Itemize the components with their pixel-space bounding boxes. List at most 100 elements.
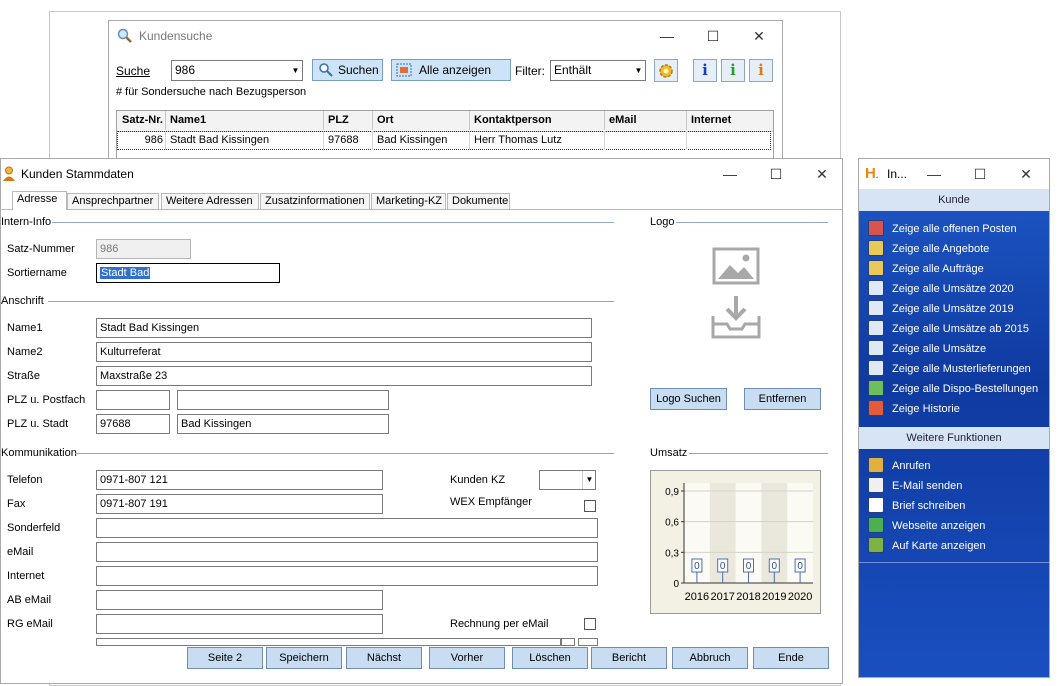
maximize-button[interactable]: ☐ (957, 159, 1003, 189)
rechnung-per-email-checkbox[interactable] (584, 618, 596, 630)
tab-ansprechpartner[interactable]: Ansprechpartner (67, 193, 159, 209)
next-button[interactable]: Nächst (346, 647, 422, 669)
search-input[interactable]: 986 (171, 60, 303, 81)
plz-postfach-field[interactable] (96, 390, 170, 410)
tab-marketing-kz[interactable]: Marketing-KZ (371, 193, 446, 209)
panel-item-phone[interactable]: Anrufen (868, 456, 931, 476)
panel-item-label: Zeige alle Dispo-Bestellungen (892, 383, 1039, 395)
search-dropdown-arrow[interactable]: ▼ (289, 61, 302, 80)
stadt-field[interactable]: Bad Kissingen (177, 414, 389, 434)
panel-item-label: Webseite anzeigen (892, 520, 986, 532)
panel-item-email[interactable]: E-Mail senden (868, 476, 962, 496)
cancel-button[interactable]: Abbruch (672, 647, 748, 669)
panel-item-sales-since-2015[interactable]: Zeige alle Umsätze ab 2015 (868, 319, 1029, 339)
chart-y-tick-label: 0 (673, 579, 679, 590)
maximize-button[interactable]: ☐ (753, 159, 799, 189)
info-button-orange[interactable]: i (749, 59, 773, 82)
chart-x-tick-label: 2019 (762, 591, 786, 603)
minimize-button[interactable]: — (644, 21, 690, 51)
label-telefon: Telefon (7, 474, 43, 486)
tab-dokumente[interactable]: Dokumente (447, 193, 510, 209)
column-header-name1[interactable]: Name1 (166, 111, 324, 130)
column-header-plz[interactable]: PLZ (324, 111, 373, 130)
row-kontaktperson: Herr Thomas Lutz (470, 131, 605, 150)
panel-item-label: Zeige alle Umsätze 2020 (892, 283, 1014, 295)
info-button-green[interactable]: i (721, 59, 745, 82)
kunde-section-header[interactable]: Kunde (859, 189, 1049, 211)
email-icon (868, 477, 884, 494)
panel-item-dispo-orders[interactable]: Zeige alle Dispo-Bestellungen (868, 379, 1038, 399)
minimize-button[interactable]: — (707, 159, 753, 189)
settings-button[interactable] (654, 59, 678, 82)
panel-item-all-sales[interactable]: Zeige alle Umsätze (868, 339, 986, 359)
panel-item-orders[interactable]: Zeige alle Aufträge (868, 259, 984, 279)
column-header-satz-nr[interactable]: Satz-Nr. (117, 111, 166, 130)
postfach-field[interactable] (177, 390, 389, 410)
logo-search-button[interactable]: Logo Suchen (650, 388, 727, 410)
name1-field[interactable]: Stadt Bad Kissingen (96, 318, 592, 338)
telefon-field[interactable]: 0971-807 121 (96, 470, 383, 490)
minimize-button[interactable]: — (911, 159, 957, 189)
info-button-blue[interactable]: i (693, 59, 717, 82)
sortiername-field[interactable]: Stadt Bad (96, 263, 280, 283)
panel-item-sales-2020[interactable]: Zeige alle Umsätze 2020 (868, 279, 1014, 299)
fax-field[interactable]: 0971-807 191 (96, 494, 383, 514)
panel-item-open-items[interactable]: Zeige alle offenen Posten (868, 219, 1017, 239)
rg-email-field[interactable] (96, 614, 383, 634)
label-ab-email: AB eMail (7, 594, 52, 606)
filter-dropdown-arrow[interactable]: ▼ (632, 61, 645, 80)
report-button[interactable]: Bericht (591, 647, 667, 669)
name2-field[interactable]: Kulturreferat (96, 342, 592, 362)
partial-field[interactable] (96, 638, 561, 646)
panel-item-offers[interactable]: Zeige alle Angebote (868, 239, 989, 259)
save-button[interactable]: Speichern (266, 647, 342, 669)
search-button[interactable]: Suchen (312, 59, 383, 81)
maximize-button[interactable]: ☐ (690, 21, 736, 51)
panel-item-history[interactable]: Zeige Historie (868, 399, 960, 419)
chart-x-tick-label: 2020 (788, 591, 812, 603)
close-button[interactable]: ✕ (736, 21, 782, 51)
panel-item-label: E-Mail senden (892, 480, 963, 492)
logo-remove-button[interactable]: Entfernen (744, 388, 821, 410)
delete-button[interactable]: Löschen (512, 647, 588, 669)
tab-zusatzinformationen[interactable]: Zusatzinformationen (260, 193, 370, 209)
email-field[interactable] (96, 542, 598, 562)
column-header-email[interactable]: eMail (605, 111, 687, 130)
orders-icon (868, 260, 884, 277)
page-2-button[interactable]: Seite 2 (187, 647, 263, 669)
panel-item-sample-deliveries[interactable]: Zeige alle Musterlieferungen (868, 359, 1031, 379)
ab-email-field[interactable] (96, 590, 383, 610)
column-header-ort[interactable]: Ort (373, 111, 470, 130)
column-header-internet[interactable]: Internet (687, 111, 771, 130)
tab-weitere-adressen[interactable]: Weitere Adressen (161, 193, 259, 209)
internet-field[interactable] (96, 566, 598, 586)
import-icon[interactable] (710, 294, 762, 340)
panel-item-map[interactable]: Auf Karte anzeigen (868, 536, 986, 556)
tab-adresse[interactable]: Adresse (12, 191, 67, 210)
end-button[interactable]: Ende (753, 647, 829, 669)
close-button[interactable]: ✕ (799, 159, 845, 189)
plz-field[interactable]: 97688 (96, 414, 170, 434)
previous-button[interactable]: Vorher (429, 647, 505, 669)
row-name1: Stadt Bad Kissingen (166, 131, 324, 150)
further-functions-header[interactable]: Weitere Funktionen (859, 427, 1049, 449)
partial-field-button-2[interactable] (578, 638, 598, 646)
panel-item-label: Zeige alle Umsätze ab 2015 (892, 323, 1029, 335)
panel-item-sales-2019[interactable]: Zeige alle Umsätze 2019 (868, 299, 1014, 319)
panel-item-label: Zeige alle Umsätze (892, 343, 987, 355)
row-email (605, 131, 687, 150)
section-divider (75, 453, 614, 454)
partial-field-button[interactable] (561, 638, 575, 646)
kunden-kz-dropdown-arrow[interactable]: ▼ (582, 471, 596, 489)
wex-empfaenger-checkbox[interactable] (584, 500, 596, 512)
column-header-kontaktperson[interactable]: Kontaktperson (470, 111, 605, 130)
sonderfeld-field[interactable] (96, 518, 598, 538)
close-button[interactable]: ✕ (1003, 159, 1049, 189)
tab-strip-line (0, 209, 842, 210)
strasse-field[interactable]: Maxstraße 23 (96, 366, 592, 386)
panel-item-web[interactable]: Webseite anzeigen (868, 516, 985, 536)
show-all-button[interactable]: Alle anzeigen (391, 59, 511, 81)
label-fax: Fax (7, 498, 26, 510)
section-divider (689, 453, 828, 454)
panel-item-letter[interactable]: Brief schreiben (868, 496, 965, 516)
